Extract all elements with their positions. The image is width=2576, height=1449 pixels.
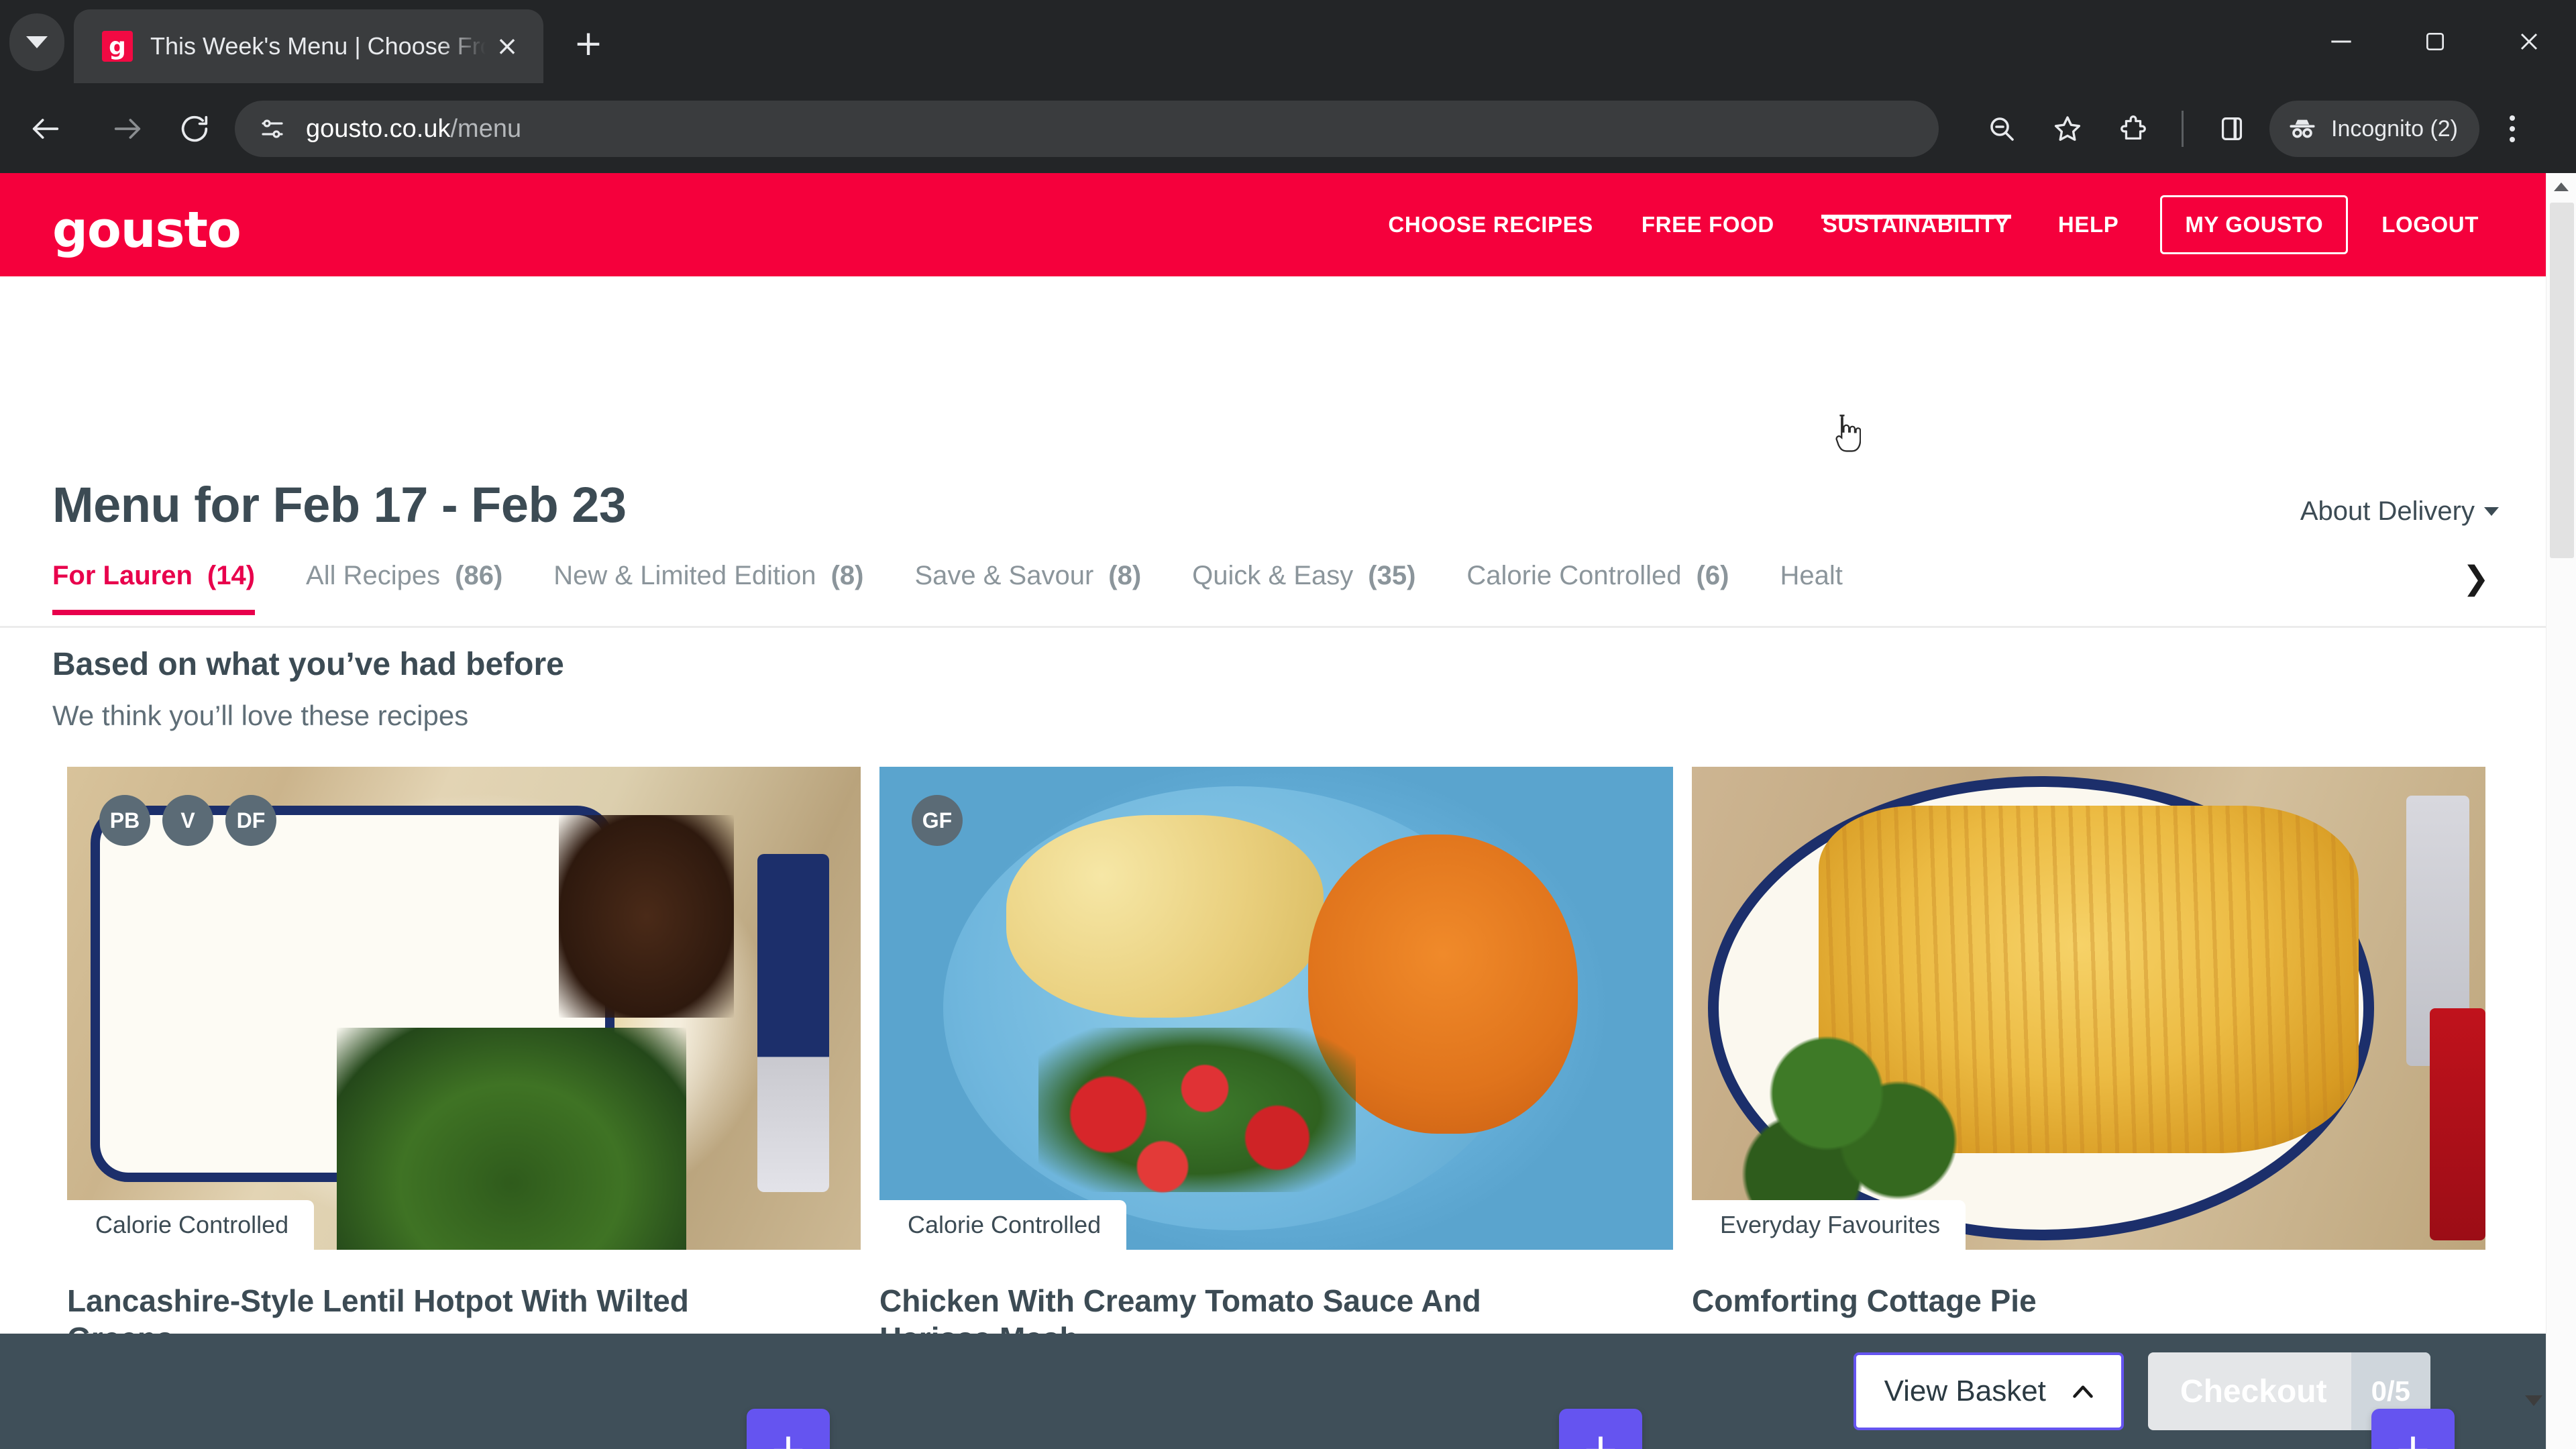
about-delivery-label: About Delivery — [2300, 496, 2475, 526]
tab-label: Calorie Controlled — [1466, 561, 1682, 590]
scrollbar-thumb[interactable] — [2550, 203, 2574, 558]
menu-category-tabs: For Lauren (14) All Recipes (86) New & L… — [0, 549, 2546, 628]
nav-sustainability[interactable]: SUSTAINABILITY — [1799, 212, 2034, 237]
tab-all-recipes[interactable]: All Recipes (86) — [306, 549, 502, 591]
back-arrow-icon[interactable] — [19, 102, 72, 156]
badge-gf: GF — [912, 795, 963, 846]
recipe-image[interactable]: Everyday Favourites — [1692, 767, 2485, 1250]
category-tag: Everyday Favourites — [1692, 1200, 1966, 1250]
tab-search-button[interactable] — [9, 13, 64, 71]
close-window-icon[interactable] — [2482, 0, 2576, 83]
url-path: /menu — [450, 114, 522, 143]
my-gousto-button[interactable]: MY GOUSTO — [2160, 195, 2349, 254]
badge-v: V — [162, 795, 213, 846]
basket-bottom-bar: View Basket Checkout 0/5 — [0, 1334, 2546, 1449]
nav-free-food[interactable]: FREE FOOD — [1617, 212, 1799, 237]
site-navigation: CHOOSE RECIPES FREE FOOD SUSTAINABILITY … — [1364, 173, 2503, 276]
browser-chrome: g This Week's Menu | Choose Fro × + gous… — [0, 0, 2576, 173]
close-tab-icon[interactable]: × — [491, 31, 523, 63]
tab-health[interactable]: Healt — [1780, 549, 1842, 591]
page-title: Menu for Feb 17 - Feb 23 — [52, 477, 627, 533]
browser-tab[interactable]: g This Week's Menu | Choose Fro × — [74, 9, 543, 83]
add-recipe-button[interactable]: + — [1559, 1409, 1642, 1449]
page-scrollbar[interactable] — [2546, 173, 2576, 1449]
section-title: Based on what you’ve had before — [52, 647, 564, 682]
new-tab-button[interactable]: + — [564, 20, 613, 70]
maximize-icon[interactable] — [2388, 0, 2482, 83]
minimize-icon[interactable] — [2294, 0, 2388, 83]
tab-count: (35) — [1368, 561, 1416, 590]
tab-calorie-controlled[interactable]: Calorie Controlled (6) — [1466, 549, 1729, 591]
recipe-image[interactable]: PB V DF Calorie Controlled — [67, 767, 861, 1250]
forward-arrow-icon — [101, 102, 154, 156]
section-subtitle: We think you’ll love these recipes — [52, 700, 469, 731]
add-recipe-button[interactable]: + — [747, 1409, 830, 1449]
recipe-image[interactable]: GF Calorie Controlled — [879, 767, 1673, 1250]
view-basket-label: View Basket — [1884, 1375, 2046, 1407]
tab-label: All Recipes — [306, 561, 441, 590]
food-photo — [879, 767, 1673, 1250]
toolbar-actions: Incognito (2) — [1974, 101, 2536, 157]
tab-label: Save & Savour — [914, 561, 1094, 590]
tab-count: (14) — [207, 561, 256, 590]
tab-strip: g This Week's Menu | Choose Fro × + — [0, 0, 2576, 83]
page-viewport: gousto CHOOSE RECIPES FREE FOOD SUSTAINA… — [0, 173, 2576, 1449]
address-bar[interactable]: gousto.co.uk/menu — [235, 101, 1939, 157]
nav-choose-recipes[interactable]: CHOOSE RECIPES — [1364, 212, 1617, 237]
about-delivery-dropdown[interactable]: About Delivery — [2300, 496, 2499, 527]
site-header: gousto CHOOSE RECIPES FREE FOOD SUSTAINA… — [0, 173, 2546, 276]
mouse-cursor-pointer — [1835, 415, 1861, 452]
incognito-icon — [2290, 119, 2315, 138]
nav-logout[interactable]: LOGOUT — [2357, 212, 2503, 237]
tune-icon[interactable] — [254, 110, 291, 148]
window-controls — [2294, 0, 2576, 83]
address-bar-text: gousto.co.uk/menu — [306, 115, 521, 144]
badge-df: DF — [225, 795, 276, 846]
tab-count: (8) — [830, 561, 864, 590]
tab-for-lauren[interactable]: For Lauren (14) — [52, 549, 256, 615]
tab-label: For Lauren — [52, 561, 193, 590]
category-tag: Calorie Controlled — [67, 1200, 315, 1250]
tab-count: (8) — [1108, 561, 1142, 590]
side-panel-icon[interactable] — [2204, 101, 2260, 157]
tab-label: Healt — [1780, 561, 1843, 590]
tab-label: New & Limited Edition — [553, 561, 816, 590]
toolbar-divider — [2182, 111, 2184, 147]
category-tag: Calorie Controlled — [879, 1200, 1127, 1250]
tab-count: (6) — [1696, 561, 1729, 590]
scroll-down-arrow-icon[interactable] — [2525, 1395, 2542, 1406]
reload-icon[interactable] — [168, 102, 221, 156]
diet-badges: GF — [912, 795, 963, 846]
diet-badges: PB V DF — [99, 795, 276, 846]
zoom-out-icon[interactable] — [1974, 101, 2030, 157]
tab-label: Quick & Easy — [1192, 561, 1354, 590]
scroll-up-arrow-icon[interactable] — [2554, 182, 2569, 191]
incognito-profile-button[interactable]: Incognito (2) — [2269, 101, 2479, 157]
view-basket-button[interactable]: View Basket — [1853, 1352, 2124, 1430]
extensions-icon[interactable] — [2105, 101, 2161, 157]
chevron-up-icon — [2073, 1385, 2093, 1398]
nav-help[interactable]: HELP — [2034, 212, 2143, 237]
gousto-logo[interactable]: gousto — [52, 201, 241, 259]
url-host: gousto.co.uk — [306, 114, 451, 143]
incognito-label: Incognito (2) — [2331, 115, 2458, 142]
tab-title: This Week's Menu | Choose Fro — [150, 32, 486, 60]
food-photo — [1692, 767, 2485, 1250]
tab-quick-easy[interactable]: Quick & Easy (35) — [1192, 549, 1415, 591]
add-recipe-button[interactable]: + — [2371, 1409, 2455, 1449]
gousto-favicon-icon: g — [102, 31, 133, 62]
chevron-down-icon — [2484, 507, 2499, 516]
star-icon[interactable] — [2039, 101, 2096, 157]
browser-toolbar: gousto.co.uk/menu Incognito (2) — [0, 83, 2576, 173]
badge-pb: PB — [99, 795, 150, 846]
recipe-title: Comforting Cottage Pie — [1692, 1283, 2037, 1318]
chevron-down-icon — [26, 36, 48, 48]
tab-count: (86) — [455, 561, 503, 590]
tab-save-savour[interactable]: Save & Savour (8) — [914, 549, 1141, 591]
kebab-menu-icon[interactable] — [2489, 101, 2536, 157]
checkout-label: Checkout — [2180, 1373, 2327, 1409]
tabs-next-arrow-icon[interactable]: ❯ — [2463, 559, 2489, 597]
tab-new-limited-edition[interactable]: New & Limited Edition (8) — [553, 549, 863, 591]
